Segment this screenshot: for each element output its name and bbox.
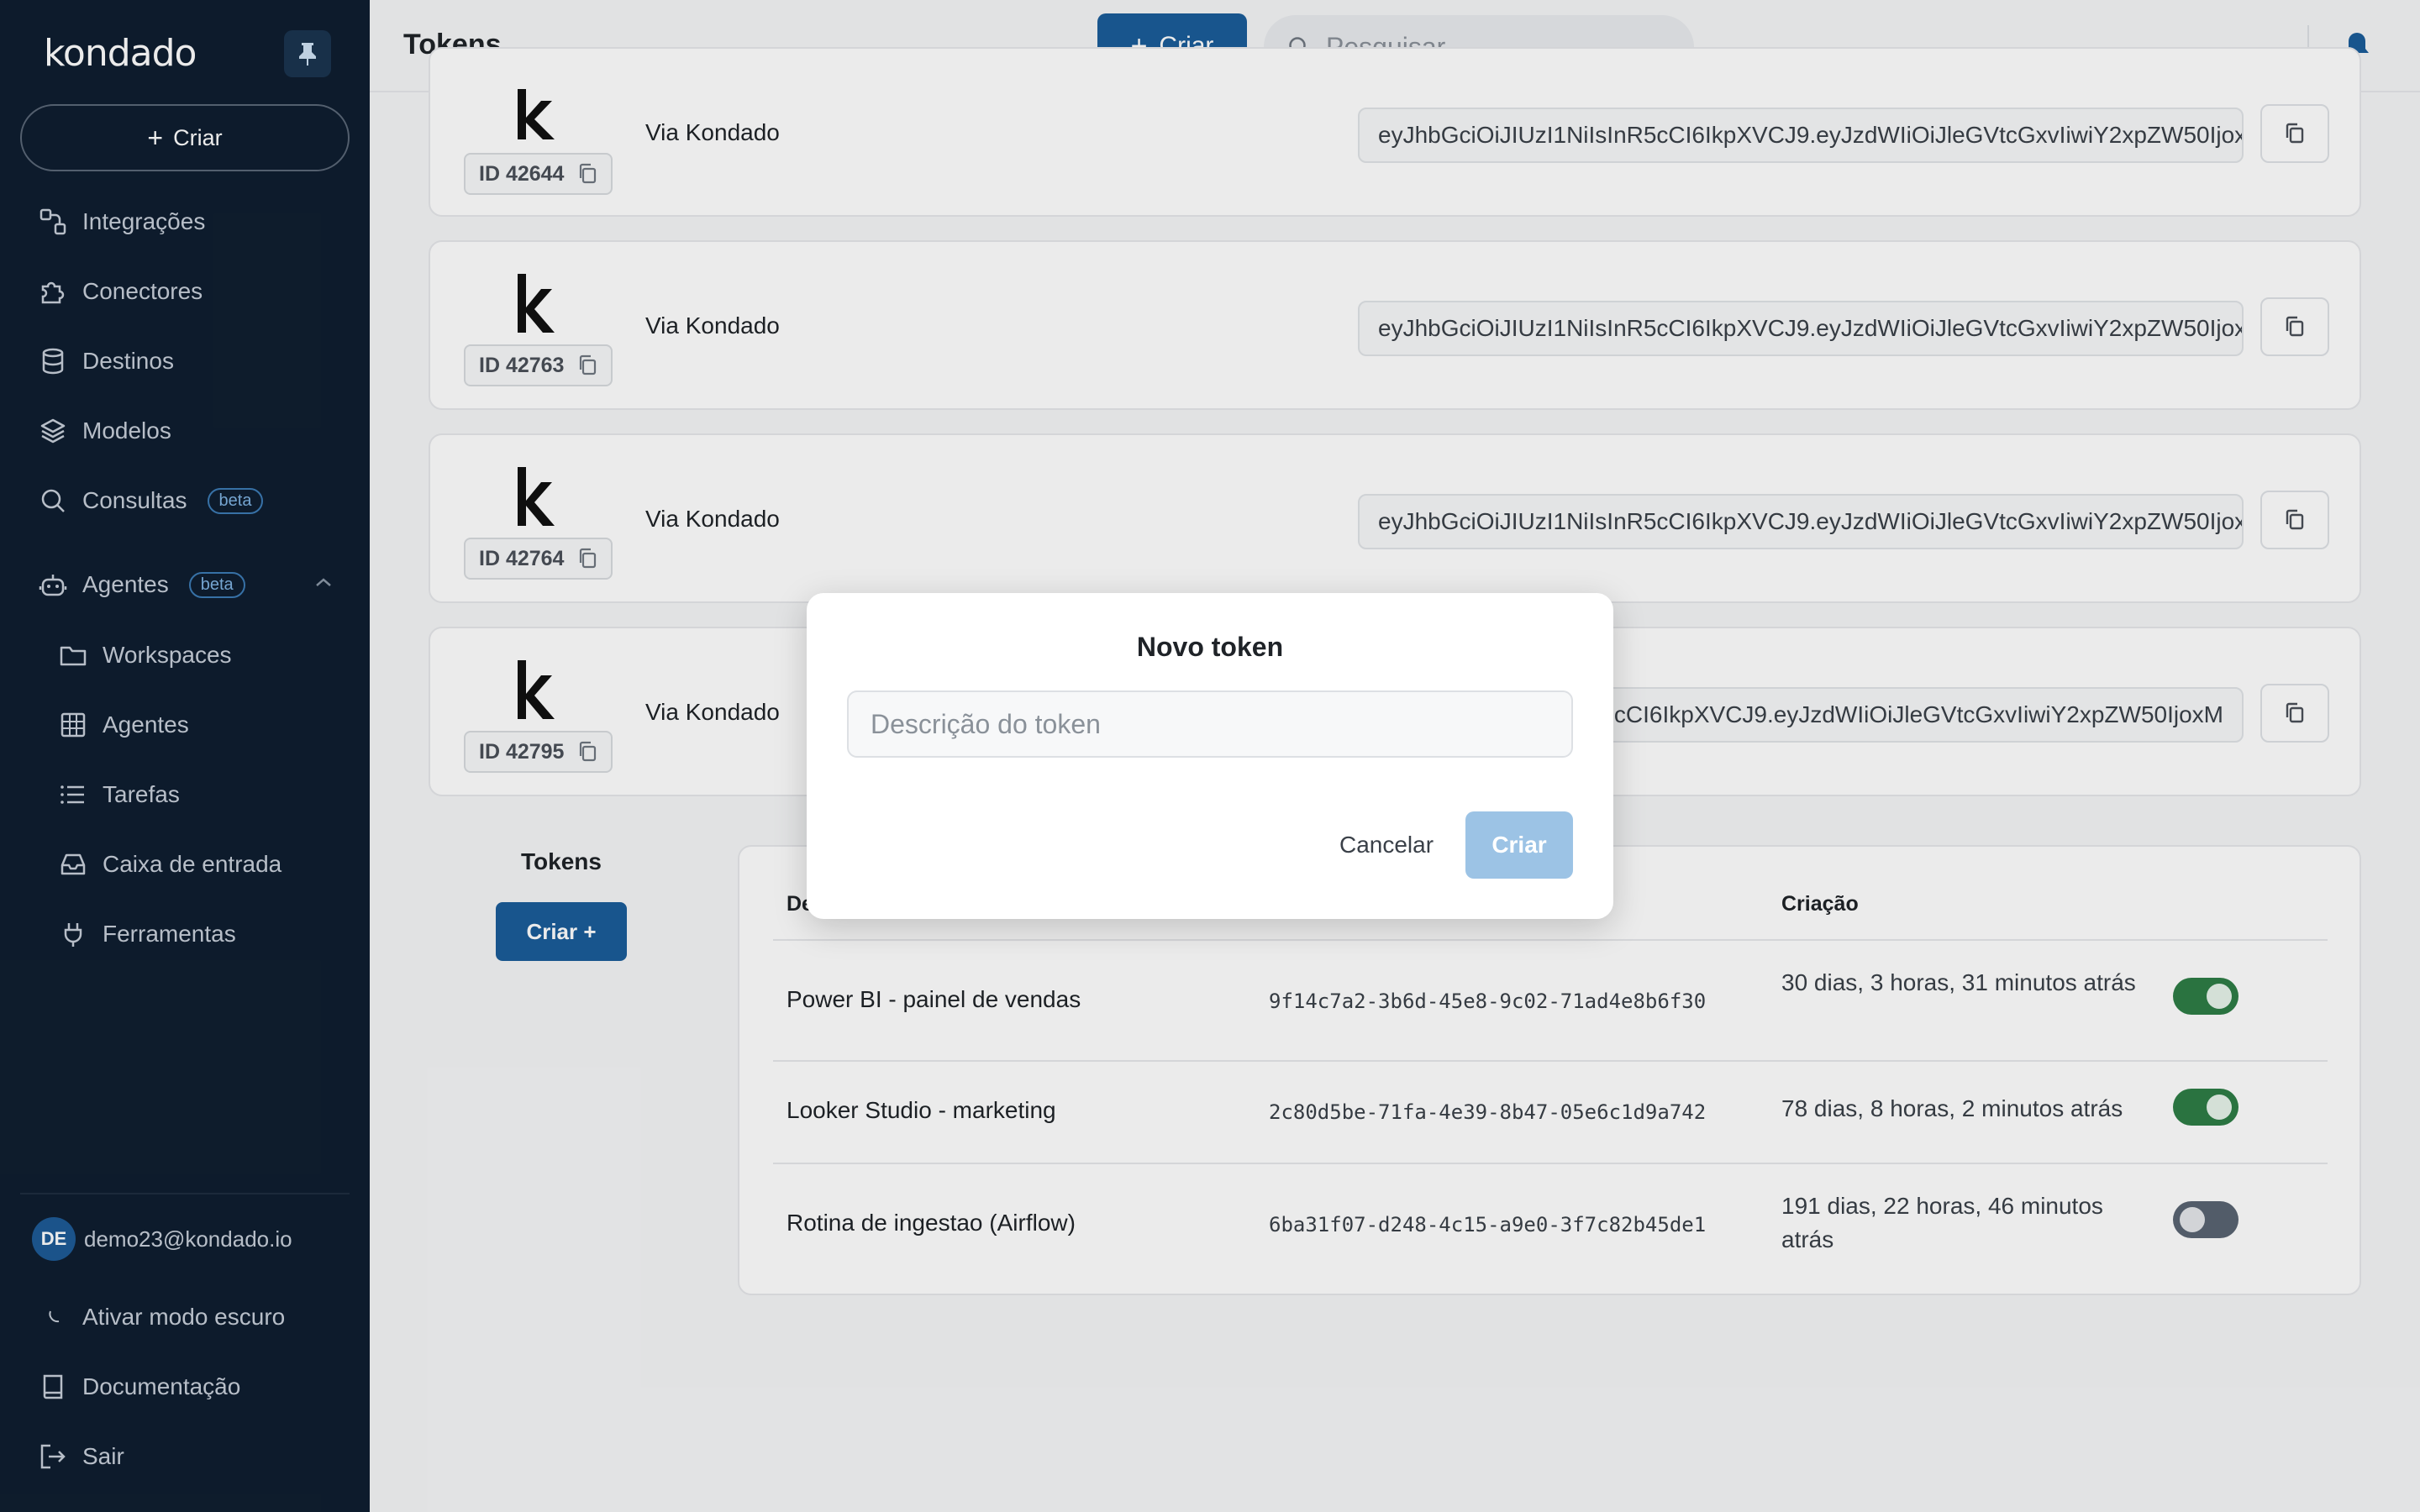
cancel-button[interactable]: Cancelar xyxy=(1319,811,1454,879)
modal-create-button[interactable]: Criar xyxy=(1465,811,1573,879)
modal-title: Novo token xyxy=(1136,632,1284,662)
new-token-modal: Novo token Cancelar Criar xyxy=(807,593,1613,919)
token-description-input[interactable] xyxy=(847,690,1573,758)
